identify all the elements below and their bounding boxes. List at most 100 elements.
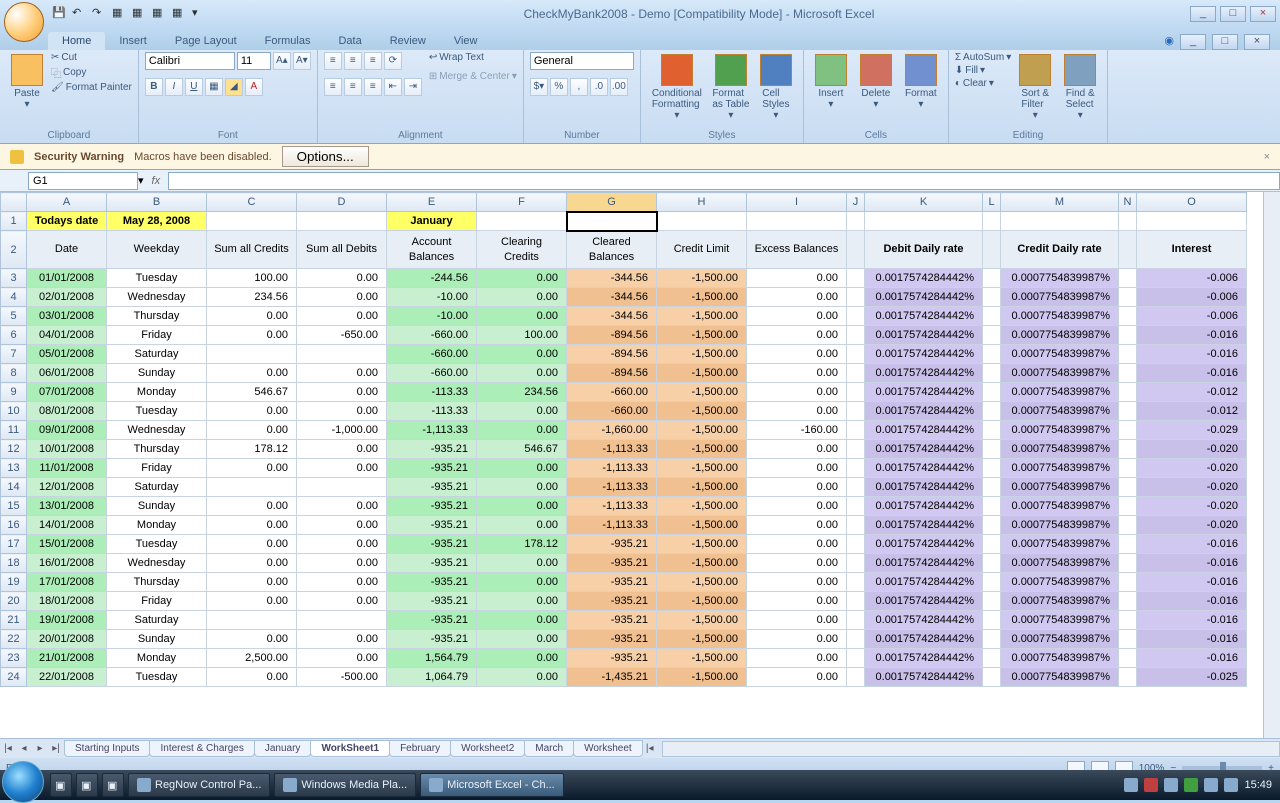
column-header-cell[interactable]: Weekday bbox=[107, 231, 207, 269]
cell[interactable]: 2,500.00 bbox=[207, 649, 297, 668]
cell[interactable]: -660.00 bbox=[567, 383, 657, 402]
cell[interactable]: 0.00 bbox=[477, 497, 567, 516]
column-header-cell[interactable]: Account Balances bbox=[387, 231, 477, 269]
cell[interactable]: 1,064.79 bbox=[387, 668, 477, 687]
row-header[interactable]: 2 bbox=[1, 231, 27, 269]
tab-insert[interactable]: Insert bbox=[105, 32, 161, 50]
cell[interactable]: 0.00 bbox=[747, 402, 847, 421]
cell[interactable] bbox=[1119, 459, 1137, 478]
row-header[interactable]: 5 bbox=[1, 307, 27, 326]
cell[interactable]: 0.00 bbox=[477, 478, 567, 497]
cell[interactable]: 05/01/2008 bbox=[27, 345, 107, 364]
column-header-cell[interactable]: Interest bbox=[1137, 231, 1247, 269]
cell[interactable]: 0.00 bbox=[747, 668, 847, 687]
cell[interactable]: 0.00 bbox=[747, 345, 847, 364]
qat-icon[interactable]: ▦ bbox=[112, 6, 128, 22]
column-header-cell[interactable] bbox=[847, 231, 865, 269]
cell[interactable]: 0.00 bbox=[747, 535, 847, 554]
cell[interactable] bbox=[477, 212, 567, 231]
cell[interactable] bbox=[983, 459, 1001, 478]
cell[interactable]: 0.0017574284442% bbox=[865, 459, 983, 478]
cell[interactable] bbox=[983, 554, 1001, 573]
cell[interactable]: 0.0007754839987% bbox=[1001, 402, 1119, 421]
cell[interactable] bbox=[1119, 573, 1137, 592]
cell[interactable]: 0.0007754839987% bbox=[1001, 554, 1119, 573]
cell[interactable] bbox=[847, 402, 865, 421]
col-header-G[interactable]: G bbox=[567, 193, 657, 212]
cell[interactable]: Saturday bbox=[107, 345, 207, 364]
col-header-J[interactable]: J bbox=[847, 193, 865, 212]
cell[interactable]: -935.21 bbox=[567, 611, 657, 630]
cell[interactable]: 178.12 bbox=[477, 535, 567, 554]
cell[interactable]: 0.0017574284442% bbox=[865, 630, 983, 649]
cell[interactable]: 0.0007754839987% bbox=[1001, 459, 1119, 478]
row-header[interactable]: 20 bbox=[1, 592, 27, 611]
cell[interactable]: 0.00 bbox=[477, 611, 567, 630]
cell[interactable]: Wednesday bbox=[107, 421, 207, 440]
cell[interactable]: 0.00 bbox=[297, 459, 387, 478]
col-header-E[interactable]: E bbox=[387, 193, 477, 212]
cell[interactable]: 0.00 bbox=[297, 516, 387, 535]
row-header[interactable]: 10 bbox=[1, 402, 27, 421]
cell[interactable]: 0.0007754839987% bbox=[1001, 440, 1119, 459]
cell[interactable]: Todays date bbox=[27, 212, 107, 231]
cell[interactable]: -1,500.00 bbox=[657, 383, 747, 402]
cell[interactable]: 0.00 bbox=[747, 269, 847, 288]
tray-icon[interactable] bbox=[1164, 778, 1178, 792]
col-header-A[interactable]: A bbox=[27, 193, 107, 212]
cell[interactable]: -0.016 bbox=[1137, 345, 1247, 364]
row-header[interactable]: 22 bbox=[1, 630, 27, 649]
cell[interactable]: 234.56 bbox=[477, 383, 567, 402]
cell[interactable] bbox=[1119, 535, 1137, 554]
cell[interactable] bbox=[297, 478, 387, 497]
cell[interactable]: 0.0017574284442% bbox=[865, 345, 983, 364]
cell[interactable]: 04/01/2008 bbox=[27, 326, 107, 345]
cell[interactable]: -1,113.33 bbox=[387, 421, 477, 440]
undo-icon[interactable]: ↶ bbox=[72, 6, 88, 22]
cell[interactable]: -1,500.00 bbox=[657, 573, 747, 592]
qat-icon[interactable]: ▦ bbox=[132, 6, 148, 22]
cell[interactable]: 0.0017574284442% bbox=[865, 288, 983, 307]
cell[interactable] bbox=[207, 212, 297, 231]
cell[interactable]: -0.016 bbox=[1137, 326, 1247, 345]
cell[interactable]: -1,500.00 bbox=[657, 307, 747, 326]
cell[interactable]: 0.00 bbox=[747, 364, 847, 383]
cell[interactable]: -1,113.33 bbox=[567, 478, 657, 497]
cell[interactable]: 16/01/2008 bbox=[27, 554, 107, 573]
merge-center-button[interactable]: ⊞Merge & Center ▾ bbox=[429, 71, 517, 82]
grow-font-button[interactable]: A▴ bbox=[273, 52, 291, 70]
cell[interactable]: 0.0007754839987% bbox=[1001, 630, 1119, 649]
cell[interactable]: 0.0007754839987% bbox=[1001, 497, 1119, 516]
cell[interactable] bbox=[847, 516, 865, 535]
col-header-K[interactable]: K bbox=[865, 193, 983, 212]
row-header[interactable]: 14 bbox=[1, 478, 27, 497]
format-painter-button[interactable]: 🖌Format Painter bbox=[51, 82, 132, 93]
decrease-indent-button[interactable]: ⇤ bbox=[384, 78, 402, 96]
cell[interactable] bbox=[1119, 212, 1137, 231]
sheet-nav-next-icon[interactable]: ▸ bbox=[32, 743, 48, 754]
cell[interactable] bbox=[983, 307, 1001, 326]
cell[interactable]: 0.0017574284442% bbox=[865, 649, 983, 668]
cell[interactable] bbox=[983, 440, 1001, 459]
cell[interactable]: -0.020 bbox=[1137, 440, 1247, 459]
align-left-button[interactable]: ≡ bbox=[324, 78, 342, 96]
row-header[interactable]: 1 bbox=[1, 212, 27, 231]
cell[interactable]: -0.016 bbox=[1137, 611, 1247, 630]
cell[interactable]: -935.21 bbox=[387, 573, 477, 592]
cell[interactable]: 12/01/2008 bbox=[27, 478, 107, 497]
cell[interactable] bbox=[1119, 497, 1137, 516]
cell[interactable]: -0.016 bbox=[1137, 573, 1247, 592]
cell[interactable]: 0.00 bbox=[477, 554, 567, 573]
border-button[interactable]: ▦ bbox=[205, 78, 223, 96]
cell[interactable]: -935.21 bbox=[567, 630, 657, 649]
cell[interactable] bbox=[983, 345, 1001, 364]
cell[interactable]: -1,113.33 bbox=[567, 440, 657, 459]
cell[interactable]: 546.67 bbox=[477, 440, 567, 459]
office-button[interactable] bbox=[4, 2, 44, 42]
help-icon[interactable]: ◉ bbox=[1164, 34, 1174, 50]
cell[interactable] bbox=[847, 459, 865, 478]
row-header[interactable]: 8 bbox=[1, 364, 27, 383]
cell[interactable]: 03/01/2008 bbox=[27, 307, 107, 326]
cell[interactable] bbox=[1119, 421, 1137, 440]
cell[interactable]: -0.016 bbox=[1137, 630, 1247, 649]
